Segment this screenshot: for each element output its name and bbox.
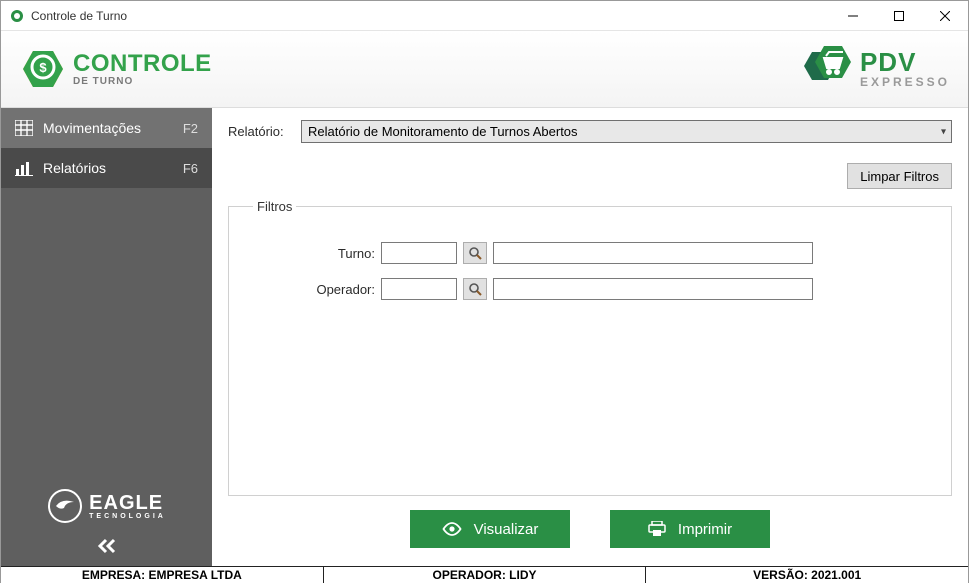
printer-icon bbox=[648, 521, 666, 537]
operador-desc-input[interactable] bbox=[493, 278, 813, 300]
search-icon bbox=[468, 246, 482, 260]
eagle-logo: EAGLE TECNOLOGIA bbox=[1, 478, 212, 528]
window-title: Controle de Turno bbox=[31, 9, 830, 23]
status-version: VERSÃO: 2021.001 bbox=[646, 567, 968, 583]
close-button[interactable] bbox=[922, 1, 968, 30]
sidebar-item-label: Movimentações bbox=[43, 120, 141, 136]
header-band: $ CONTROLE DE TURNO PDV EXPRESSO bbox=[1, 31, 968, 108]
minimize-button[interactable] bbox=[830, 1, 876, 30]
filters-legend: Filtros bbox=[253, 199, 296, 214]
print-button[interactable]: Imprimir bbox=[610, 510, 770, 548]
eagle-line1: EAGLE bbox=[89, 493, 166, 513]
visualize-button[interactable]: Visualizar bbox=[410, 510, 570, 548]
operador-code-input[interactable] bbox=[381, 278, 457, 300]
sidebar-item-movimentacoes[interactable]: Movimentações F2 bbox=[1, 108, 212, 148]
window-controls bbox=[830, 1, 968, 30]
turno-label: Turno: bbox=[305, 246, 375, 261]
eagle-line2: TECNOLOGIA bbox=[89, 513, 166, 520]
turno-desc-input[interactable] bbox=[493, 242, 813, 264]
sidebar-item-relatorios[interactable]: Relatórios F6 bbox=[1, 148, 212, 188]
sidebar-item-shortcut: F6 bbox=[183, 161, 198, 176]
status-bar: EMPRESA: EMPRESA LTDA OPERADOR: LIDY VER… bbox=[1, 566, 968, 583]
operador-label: Operador: bbox=[305, 282, 375, 297]
turno-lookup-button[interactable] bbox=[463, 242, 487, 264]
brand-left-logo: $ CONTROLE DE TURNO bbox=[19, 45, 212, 93]
brand-left-line1: CONTROLE bbox=[73, 52, 212, 76]
turno-code-input[interactable] bbox=[381, 242, 457, 264]
brand-right-line2: EXPRESSO bbox=[860, 75, 950, 89]
table-icon bbox=[15, 120, 33, 136]
eagle-icon bbox=[47, 488, 83, 524]
pdv-icon bbox=[800, 44, 854, 94]
brand-left-line2: DE TURNO bbox=[73, 76, 212, 87]
brand-right-line1: PDV bbox=[860, 49, 950, 75]
sidebar: Movimentações F2 Relatórios F6 EAGLE TEC… bbox=[1, 108, 212, 566]
search-icon bbox=[468, 282, 482, 296]
maximize-button[interactable] bbox=[876, 1, 922, 30]
main-panel: Relatório: Relatório de Monitoramento de… bbox=[212, 108, 968, 566]
filters-fieldset: Filtros Turno: Operador: bbox=[228, 199, 952, 496]
svg-text:$: $ bbox=[39, 60, 47, 75]
report-label: Relatório: bbox=[228, 124, 293, 139]
sidebar-item-label: Relatórios bbox=[43, 160, 106, 176]
operador-lookup-button[interactable] bbox=[463, 278, 487, 300]
sidebar-item-shortcut: F2 bbox=[183, 121, 198, 136]
bar-chart-icon bbox=[15, 160, 33, 176]
eye-icon bbox=[442, 522, 462, 536]
chevron-double-left-icon bbox=[96, 538, 118, 554]
app-icon bbox=[9, 8, 25, 24]
status-operator: OPERADOR: LIDY bbox=[324, 567, 647, 583]
status-company: EMPRESA: EMPRESA LTDA bbox=[1, 567, 324, 583]
collapse-sidebar-button[interactable] bbox=[1, 528, 212, 566]
visualize-label: Visualizar bbox=[474, 521, 539, 538]
print-label: Imprimir bbox=[678, 521, 732, 538]
report-select[interactable]: Relatório de Monitoramento de Turnos Abe… bbox=[301, 120, 952, 143]
titlebar: Controle de Turno bbox=[1, 1, 968, 31]
shift-control-icon: $ bbox=[19, 45, 67, 93]
brand-right-logo: PDV EXPRESSO bbox=[800, 44, 950, 94]
clear-filters-button[interactable]: Limpar Filtros bbox=[847, 163, 952, 189]
